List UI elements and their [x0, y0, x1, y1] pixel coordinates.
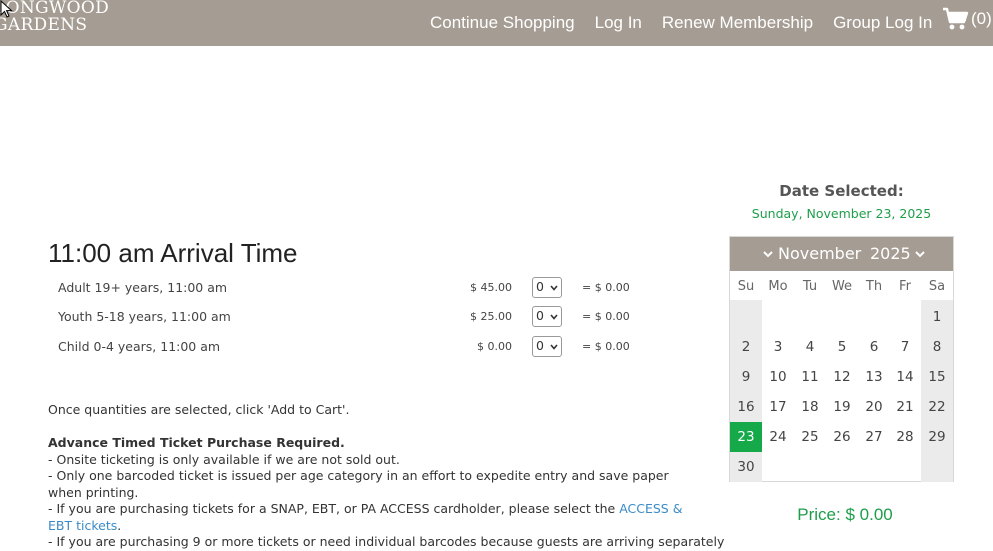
chevron-down-icon	[550, 344, 558, 350]
longwood-gardens-logo[interactable]: LONGWOOD GARDENS	[0, 0, 109, 34]
adult-quantity-select[interactable]: 0	[532, 277, 562, 298]
weekday-header: Su	[737, 279, 755, 294]
calendar-day[interactable]: 22	[921, 392, 953, 422]
date-selected-value: Sunday, November 23, 2025	[751, 206, 932, 221]
chevron-down-icon	[550, 314, 558, 320]
calendar-day[interactable]: 10	[762, 362, 794, 392]
calendar-day[interactable]: 2	[730, 332, 762, 362]
notes-heading: Advance Timed Ticket Purchase Required.	[48, 435, 345, 450]
calendar-day[interactable]: 21	[889, 392, 921, 422]
ticket-label: Youth 5-18 years, 11:00 am	[58, 309, 231, 324]
note-line-access-text: - If you are purchasing tickets for a SN…	[48, 501, 620, 516]
calendar-day[interactable]: 8	[921, 332, 953, 362]
ticket-price: $ 45.00	[470, 281, 512, 294]
child-quantity-select[interactable]: 0	[532, 336, 562, 357]
arrival-time-title: 11:00 am Arrival Time	[48, 238, 298, 268]
calendar-day[interactable]: 11	[794, 362, 826, 392]
price-value: $ 0.00	[845, 505, 893, 524]
calendar-day[interactable]: 16	[730, 392, 762, 422]
calendar-day[interactable]: 15	[921, 362, 953, 392]
calendar-day[interactable]: 26	[826, 422, 858, 452]
calendar-day-selected[interactable]: 23	[730, 422, 762, 452]
calendar-header: November 2025	[730, 237, 953, 271]
month-select[interactable]: November	[762, 244, 861, 263]
calendar-day[interactable]: 14	[889, 362, 921, 392]
calendar-day[interactable]: 7	[889, 332, 921, 362]
purchase-notes: Advance Timed Ticket Purchase Required. …	[48, 435, 725, 551]
date-selected-label: Date Selected:	[779, 182, 904, 200]
calendar-day[interactable]: 20	[858, 392, 890, 422]
ticket-row-adult: Adult 19+ years, 11:00 am $ 45.00 0 = $ …	[58, 277, 658, 299]
ticket-row-child: Child 0-4 years, 11:00 am $ 0.00 0 = $ 0…	[58, 336, 658, 358]
calendar-day[interactable]: 5	[826, 332, 858, 362]
calendar-day[interactable]: 24	[762, 422, 794, 452]
main-nav: Continue Shopping Log In Renew Membershi…	[430, 0, 952, 46]
nav-renew-membership[interactable]: Renew Membership	[662, 13, 813, 33]
weekday-header: Tu	[802, 279, 818, 294]
calendar-day[interactable]: 18	[794, 392, 826, 422]
calendar-day[interactable]: 17	[762, 392, 794, 422]
note-line-access: - If you are purchasing tickets for a SN…	[48, 501, 698, 534]
weekday-header: Th	[865, 279, 883, 294]
quantity-value: 0	[536, 279, 544, 294]
year-select[interactable]: 2025	[870, 244, 926, 263]
price-label: Price:	[797, 505, 841, 524]
calendar: November 2025 Su Mo Tu We Th Fr Sa 1 2 3 4 5 6 7 8 9 10 1…	[729, 236, 954, 482]
quantity-value: 0	[536, 308, 544, 323]
calendar-day[interactable]: 29	[921, 422, 953, 452]
ticket-total: = $ 0.00	[582, 340, 630, 353]
cart-count: (0)	[971, 9, 992, 28]
year-label: 2025	[870, 244, 911, 263]
ticket-price: $ 25.00	[470, 310, 512, 323]
nav-continue-shopping[interactable]: Continue Shopping	[430, 13, 575, 33]
weekday-header: Sa	[928, 279, 946, 294]
weekday-header: Mo	[768, 279, 788, 294]
calendar-day[interactable]: 6	[858, 332, 890, 362]
chevron-down-icon	[763, 250, 773, 257]
calendar-day[interactable]: 28	[889, 422, 921, 452]
calendar-day[interactable]: 9	[730, 362, 762, 392]
chevron-down-icon	[550, 285, 558, 291]
ticket-total: = $ 0.00	[582, 310, 630, 323]
weekday-header: We	[831, 279, 853, 294]
calendar-day[interactable]: 30	[730, 452, 762, 482]
ticket-label: Child 0-4 years, 11:00 am	[58, 339, 221, 354]
mouse-cursor-icon	[0, 0, 13, 18]
note-line-access-end: .	[117, 517, 122, 533]
price-summary: Price: $ 0.00	[729, 505, 961, 525]
add-to-cart-instruction: Once quantities are selected, click 'Add…	[48, 402, 350, 417]
calendar-day[interactable]: 4	[794, 332, 826, 362]
instructions-block: Once quantities are selected, click 'Add…	[48, 402, 698, 419]
nav-log-in[interactable]: Log In	[595, 13, 642, 33]
calendar-day[interactable]: 13	[858, 362, 890, 392]
weekday-header: Fr	[899, 279, 911, 294]
calendar-day[interactable]: 27	[858, 422, 890, 452]
note-line-barcode: - Only one barcoded ticket is issued per…	[48, 468, 669, 500]
quantity-value: 0	[536, 338, 544, 353]
calendar-day[interactable]: 1	[921, 302, 953, 332]
calendar-day[interactable]: 12	[826, 362, 858, 392]
youth-quantity-select[interactable]: 0	[532, 306, 562, 327]
cart-button[interactable]: (0)	[942, 6, 992, 32]
calendar-day[interactable]: 19	[826, 392, 858, 422]
ticket-total: = $ 0.00	[582, 281, 630, 294]
logo-line-2: GARDENS	[0, 15, 88, 35]
note-line-group: - If you are purchasing 9 or more ticket…	[48, 534, 725, 549]
ticket-row-youth: Youth 5-18 years, 11:00 am $ 25.00 0 = $…	[58, 306, 658, 328]
nav-group-log-in[interactable]: Group Log In	[833, 13, 932, 33]
note-line-onsite: - Onsite ticketing is only available if …	[48, 451, 400, 467]
calendar-day[interactable]: 3	[762, 332, 794, 362]
ticket-label: Adult 19+ years, 11:00 am	[58, 280, 228, 295]
top-navigation-bar: LONGWOOD GARDENS Continue Shopping Log I…	[0, 0, 993, 46]
chevron-down-icon	[915, 250, 925, 257]
month-label: November	[778, 244, 862, 263]
ticket-price: $ 0.00	[477, 340, 512, 353]
calendar-day[interactable]: 25	[794, 422, 826, 452]
shopping-cart-icon	[943, 7, 969, 30]
